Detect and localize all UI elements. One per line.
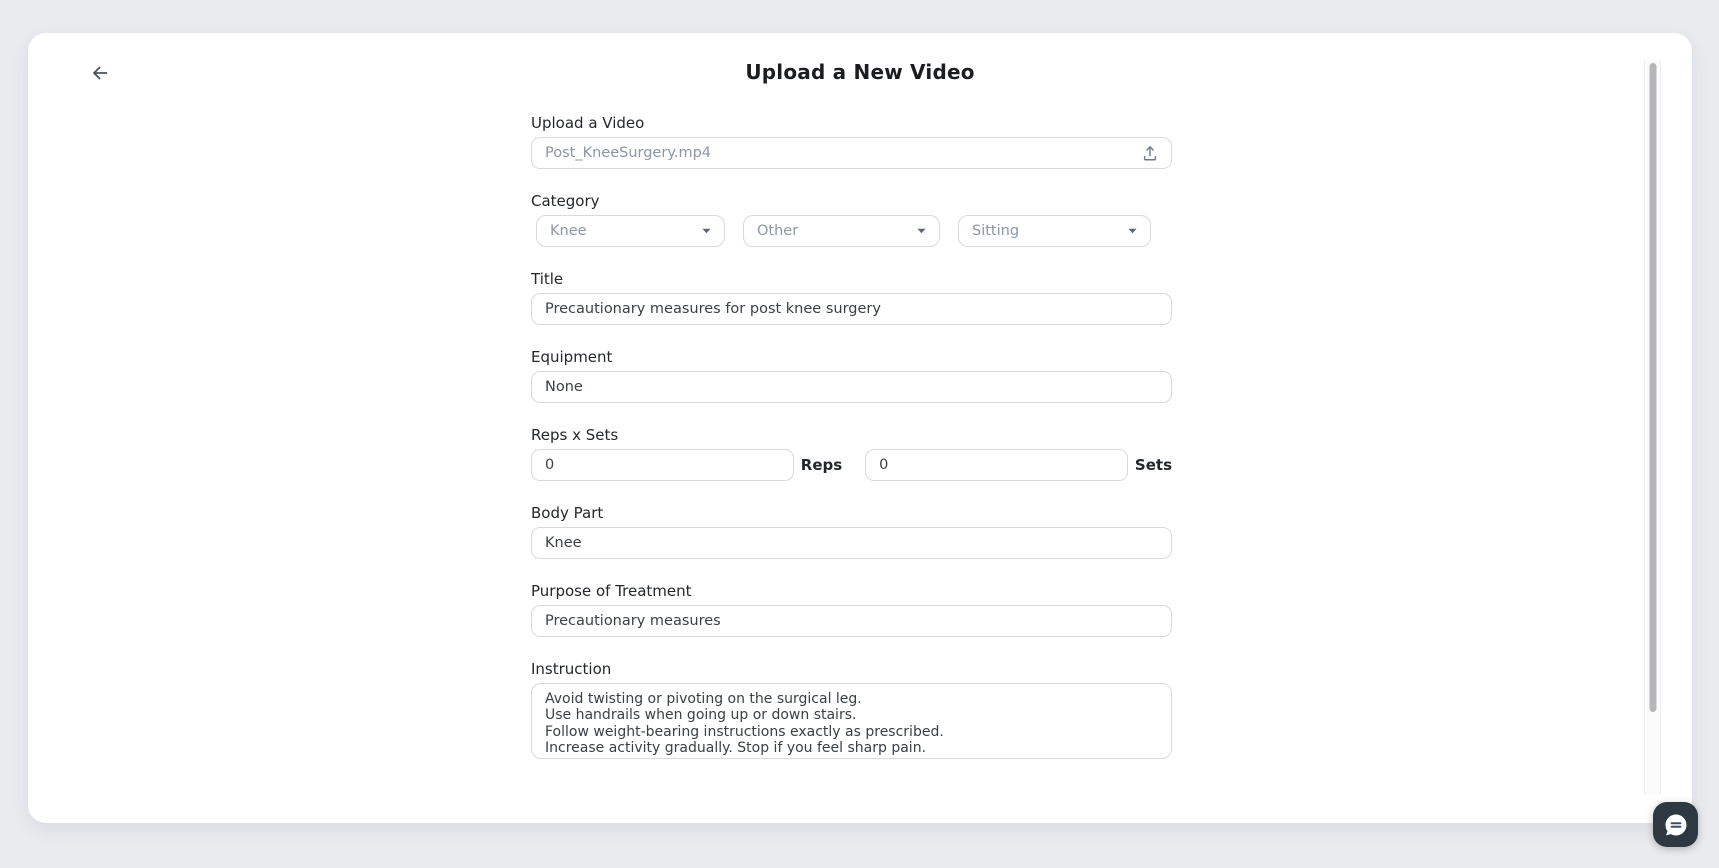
caret-down-icon — [917, 228, 926, 234]
purpose-label: Purpose of Treatment — [531, 582, 692, 600]
upload-video-field: Upload a Video — [531, 114, 1172, 169]
instruction-field: Instruction Avoid twisting or pivoting o… — [531, 660, 1172, 763]
page-title: Upload a New Video — [745, 60, 975, 84]
category-label: Category — [531, 192, 600, 210]
instruction-textarea[interactable]: Avoid twisting or pivoting on the surgic… — [531, 683, 1172, 759]
category-dropdown-2-value: Other — [757, 223, 799, 239]
back-button[interactable] — [84, 57, 116, 89]
category-dropdown-2[interactable]: Other — [743, 215, 940, 247]
arrow-left-icon — [93, 66, 108, 80]
body-part-input[interactable] — [531, 527, 1172, 559]
equipment-field: Equipment — [531, 348, 1172, 403]
scrollbar-thumb[interactable] — [1649, 63, 1656, 712]
category-dropdown-3-value: Sitting — [972, 223, 1020, 239]
upload-form: Upload a Video Category Knee Other — [531, 114, 1172, 763]
upload-video-label: Upload a Video — [531, 114, 645, 132]
instruction-label: Instruction — [531, 660, 612, 678]
body-part-field: Body Part — [531, 504, 1172, 559]
sets-input[interactable] — [865, 449, 1128, 481]
sets-suffix-label: Sets — [1134, 456, 1172, 474]
upload-video-card: Upload a New Video Upload a Video Catego… — [28, 33, 1692, 823]
category-dropdown-1-value: Knee — [550, 223, 587, 239]
scrollbar-track[interactable] — [1644, 60, 1661, 795]
title-label: Title — [531, 270, 564, 288]
purpose-field: Purpose of Treatment — [531, 582, 1172, 637]
upload-video-input[interactable] — [531, 137, 1172, 169]
category-dropdown-3[interactable]: Sitting — [958, 215, 1151, 247]
reps-sets-label: Reps x Sets — [531, 426, 619, 444]
reps-suffix-label: Reps — [800, 456, 843, 474]
title-field: Title — [531, 270, 1172, 325]
equipment-label: Equipment — [531, 348, 613, 366]
purpose-input[interactable] — [531, 605, 1172, 637]
category-dropdown-1[interactable]: Knee — [536, 215, 725, 247]
equipment-input[interactable] — [531, 371, 1172, 403]
category-field: Category Knee Other Sitting — [531, 192, 1172, 247]
chat-launcher-button[interactable] — [1653, 802, 1698, 847]
caret-down-icon — [1128, 228, 1137, 234]
title-input[interactable] — [531, 293, 1172, 325]
body-part-label: Body Part — [531, 504, 604, 522]
reps-sets-field: Reps x Sets Reps Sets — [531, 426, 1172, 481]
reps-input[interactable] — [531, 449, 794, 481]
caret-down-icon — [702, 228, 711, 234]
chat-bubble-icon — [1665, 814, 1686, 835]
